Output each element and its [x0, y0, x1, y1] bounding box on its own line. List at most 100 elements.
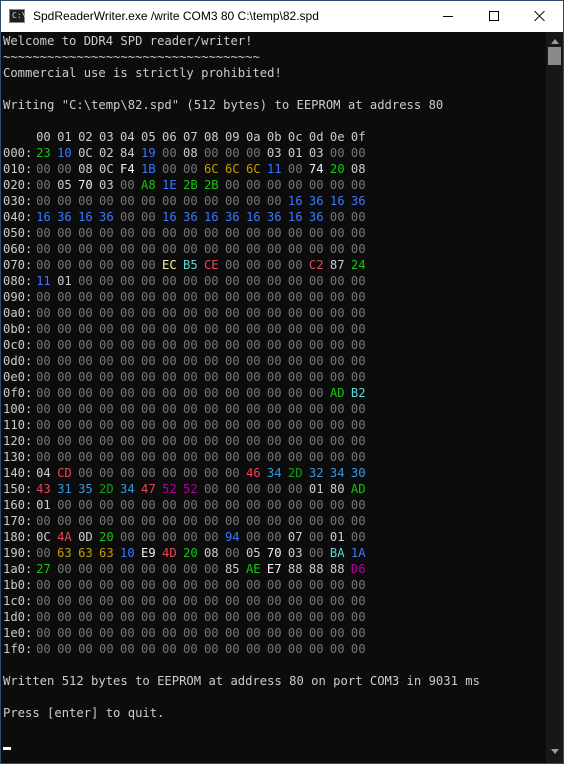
- hex-row: 0b0: 00 00 00 00 00 00 00 00 00 00 00 00 00 00 00 00: [3, 321, 544, 337]
- hex-byte: 00: [36, 386, 51, 400]
- text-cursor: [3, 747, 11, 750]
- hex-byte: 00: [57, 386, 72, 400]
- hex-byte: 00: [245, 450, 261, 464]
- row-address: 040:: [3, 210, 33, 224]
- row-address: 010:: [3, 162, 33, 176]
- console-output[interactable]: Welcome to DDR4 SPD reader/writer! ~~~~~~…: [1, 32, 546, 763]
- hex-row: 0e0: 00 00 00 00 00 00 00 00 00 00 00 00 00 00 00 00: [3, 369, 544, 385]
- hex-byte: 00: [99, 610, 114, 624]
- row-address: 100:: [3, 402, 33, 416]
- hex-byte: 0C: [78, 146, 93, 160]
- hex-byte: 00: [78, 562, 93, 576]
- close-icon: [534, 10, 546, 22]
- row-address: 120:: [3, 434, 33, 448]
- hex-byte: E7: [266, 562, 282, 576]
- hex-byte: 00: [266, 418, 282, 432]
- row-address: 130:: [3, 450, 33, 464]
- maximize-icon: [489, 11, 499, 21]
- hex-byte: F4: [120, 162, 135, 176]
- hex-byte: 00: [162, 146, 177, 160]
- hex-byte: EC: [162, 258, 177, 272]
- hex-byte: E9: [141, 546, 156, 560]
- title-bar[interactable]: C:\ SpdReaderWriter.exe /write COM3 80 C…: [1, 1, 563, 32]
- hex-byte: 00: [308, 434, 324, 448]
- hex-byte: 00: [182, 354, 198, 368]
- hex-byte: 00: [36, 194, 51, 208]
- hex-byte: 00: [99, 370, 114, 384]
- hex-byte: 00: [120, 578, 135, 592]
- hex-byte: 00: [350, 290, 366, 304]
- maximize-button[interactable]: [471, 1, 517, 32]
- hex-byte: 2D: [99, 482, 114, 496]
- hex-byte: 00: [287, 306, 303, 320]
- hex-byte: 00: [203, 418, 219, 432]
- hex-byte: 00: [224, 274, 240, 288]
- hex-byte: 00: [141, 562, 156, 576]
- hex-byte: 00: [141, 418, 156, 432]
- hex-byte: 70: [266, 546, 282, 560]
- scroll-up-arrow-icon[interactable]: [551, 39, 559, 44]
- vertical-scrollbar[interactable]: [546, 32, 563, 763]
- column-label: 0a: [245, 130, 261, 144]
- hex-byte: 00: [57, 194, 72, 208]
- hex-byte: 00: [36, 578, 51, 592]
- hex-byte: 00: [182, 402, 198, 416]
- hex-byte: 00: [287, 338, 303, 352]
- hex-byte: 00: [182, 498, 198, 512]
- hex-byte: CD: [57, 466, 72, 480]
- column-label: 07: [182, 130, 198, 144]
- hex-byte: 00: [36, 258, 51, 272]
- hex-byte: 00: [287, 482, 303, 496]
- hex-byte: 00: [287, 354, 303, 368]
- close-button[interactable]: [517, 1, 563, 32]
- hex-byte: 00: [120, 338, 135, 352]
- hex-byte: D6: [350, 562, 366, 576]
- hex-byte: 00: [287, 290, 303, 304]
- row-address: 180:: [3, 530, 33, 544]
- hex-byte: 00: [162, 162, 177, 176]
- hex-byte: 00: [203, 434, 219, 448]
- hex-byte: 00: [141, 402, 156, 416]
- column-label: 00: [36, 130, 51, 144]
- hex-byte: 16: [36, 210, 51, 224]
- hex-byte: 00: [141, 370, 156, 384]
- hex-byte: 00: [120, 386, 135, 400]
- hex-byte: 00: [78, 354, 93, 368]
- hex-byte: 00: [266, 434, 282, 448]
- column-label: 04: [120, 130, 135, 144]
- hex-byte: 00: [245, 642, 261, 656]
- console-app-icon[interactable]: C:\: [9, 9, 26, 23]
- hex-byte: 00: [36, 226, 51, 240]
- hex-byte: 00: [99, 466, 114, 480]
- scroll-down-arrow-icon[interactable]: [551, 749, 559, 754]
- hex-byte: 02: [99, 146, 114, 160]
- hex-byte: 2B: [203, 178, 219, 192]
- hex-byte: 03: [287, 546, 303, 560]
- hex-byte: 00: [350, 210, 366, 224]
- hex-byte: 36: [308, 210, 324, 224]
- hex-byte: 00: [141, 578, 156, 592]
- hex-byte: 05: [245, 546, 261, 560]
- hex-byte: 00: [245, 258, 261, 272]
- hex-byte: 00: [36, 610, 51, 624]
- hex-byte: 00: [120, 498, 135, 512]
- scrollbar-thumb[interactable]: [548, 47, 561, 65]
- hex-byte: 00: [245, 242, 261, 256]
- hex-byte: 00: [224, 306, 240, 320]
- hex-byte: 00: [308, 402, 324, 416]
- hex-byte: 00: [308, 578, 324, 592]
- row-address: 1d0:: [3, 610, 33, 624]
- hex-byte: 20: [99, 530, 114, 544]
- hex-byte: 0D: [78, 530, 93, 544]
- hex-byte: 00: [36, 322, 51, 336]
- hex-byte: 00: [308, 178, 324, 192]
- hex-byte: 00: [78, 338, 93, 352]
- hex-byte: 00: [182, 386, 198, 400]
- hex-byte: 00: [141, 498, 156, 512]
- hex-byte: 00: [162, 514, 177, 528]
- hex-byte: 00: [350, 514, 366, 528]
- hex-byte: 00: [78, 434, 93, 448]
- hex-row: 080: 11 01 00 00 00 00 00 00 00 00 00 00 00 00 00 00: [3, 273, 544, 289]
- minimize-button[interactable]: [425, 1, 471, 32]
